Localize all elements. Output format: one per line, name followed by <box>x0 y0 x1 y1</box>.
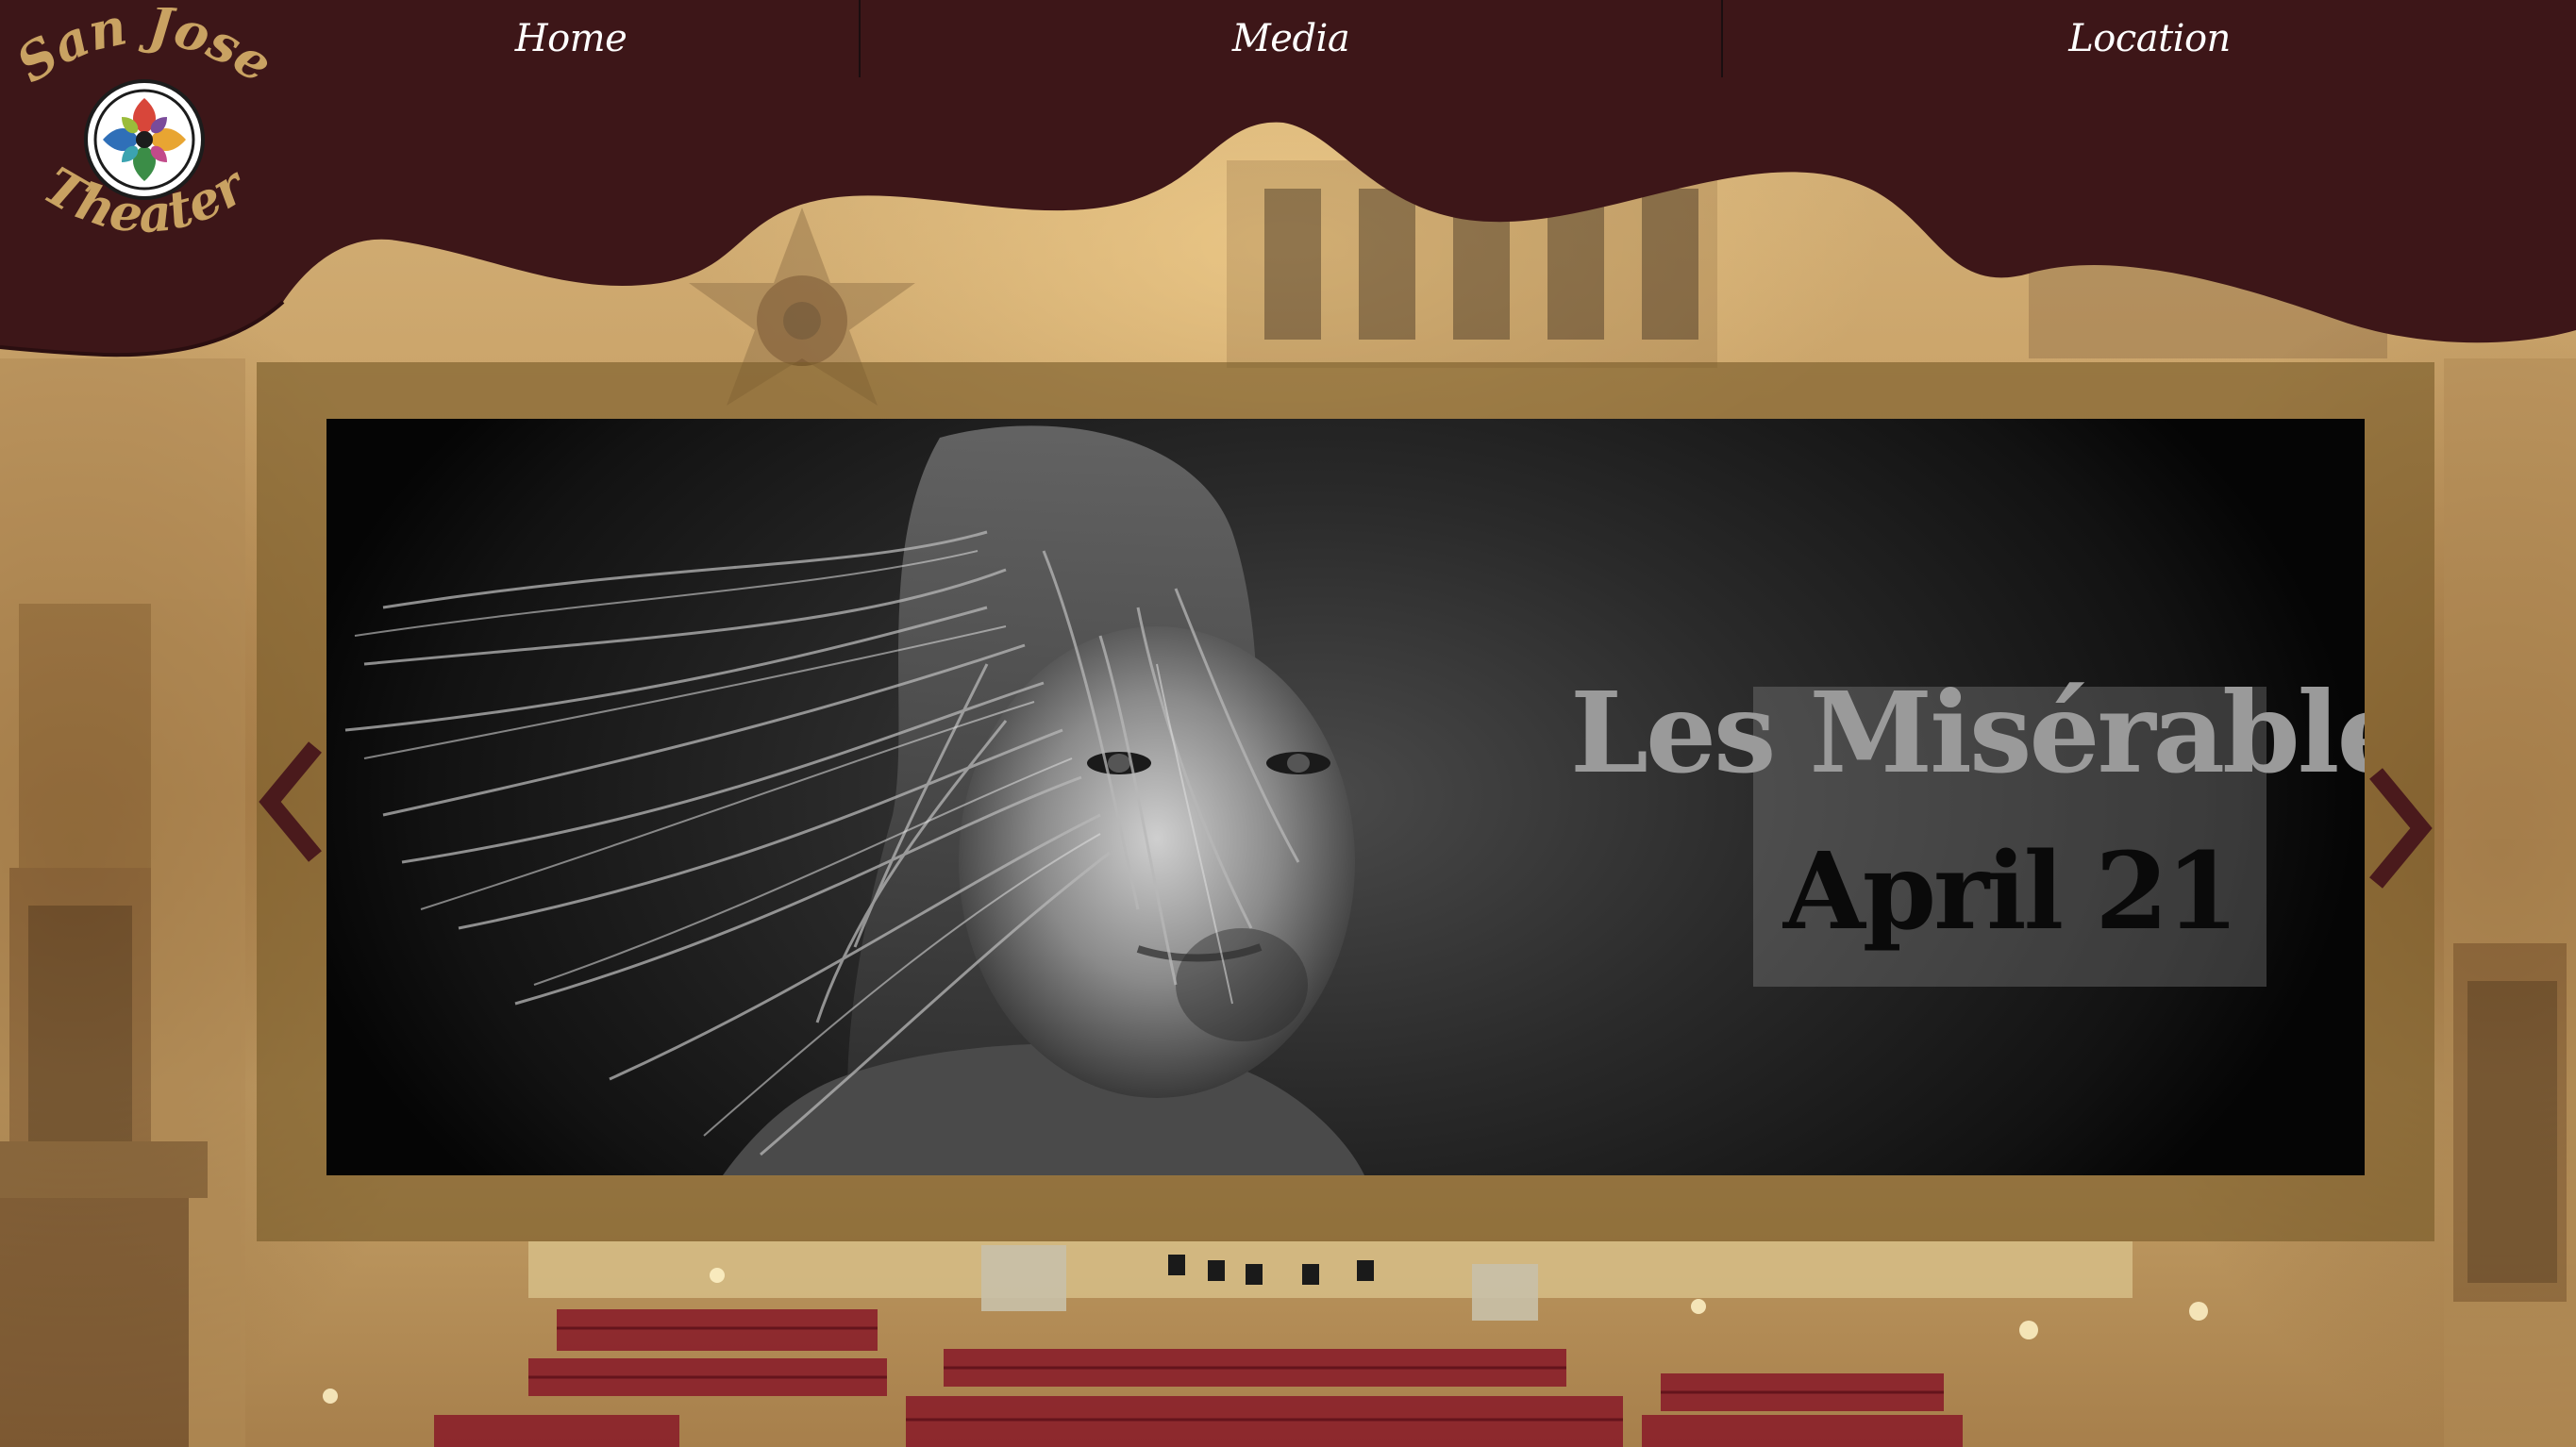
nav-location[interactable]: Location <box>1723 0 2576 77</box>
nav-home[interactable]: Home <box>283 0 859 77</box>
carousel-slide[interactable]: Les Misérables April 21 <box>326 419 2365 1175</box>
show-date: April 21 <box>1782 830 2239 954</box>
logo-emblem-icon <box>84 79 205 200</box>
chevron-left-icon[interactable] <box>257 736 332 868</box>
show-title: Les Misérables <box>1570 667 2365 798</box>
main-nav: Home Media Location <box>0 0 2576 77</box>
chevron-right-icon[interactable] <box>2359 762 2434 894</box>
nav-media[interactable]: Media <box>861 0 1721 77</box>
featured-carousel: Les Misérables April 21 <box>257 362 2434 1241</box>
